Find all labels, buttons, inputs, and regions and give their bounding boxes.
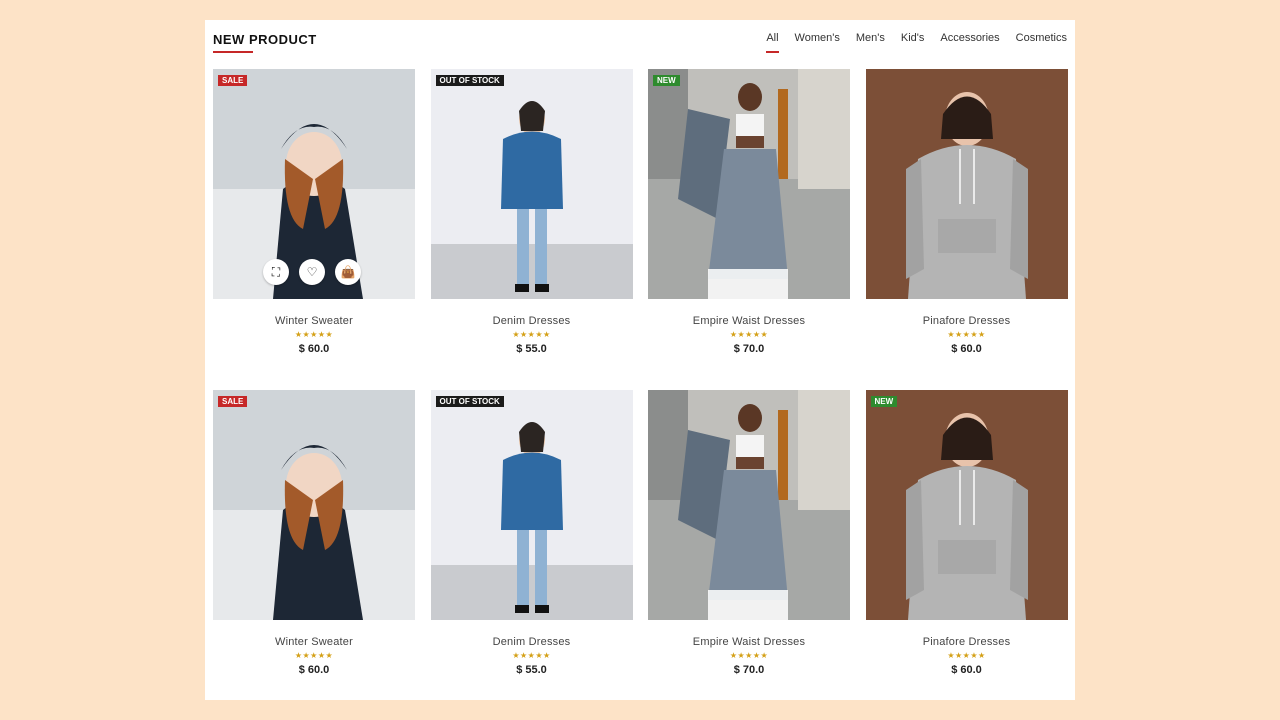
product-price: $ 60.0 (951, 664, 982, 676)
product-info: Pinafore Dresses ★★★★★ $ 60.0 (866, 636, 1068, 676)
product-name[interactable]: Denim Dresses (431, 315, 633, 327)
product-image[interactable] (648, 390, 850, 620)
tab-kids[interactable]: Kid's (901, 32, 925, 44)
product-section: NEW PRODUCT All Women's Men's Kid's Acce… (205, 20, 1075, 700)
product-rating: ★★★★★ (512, 330, 551, 339)
expand-icon: ⛶ (271, 264, 281, 279)
product-badge: NEW (870, 396, 898, 407)
product-image[interactable]: OUT OF STOCK (430, 390, 633, 620)
product-name[interactable]: Pinafore Dresses (866, 315, 1068, 327)
product-card[interactable]: Empire Waist Dresses ★★★★★ $ 70.0 (648, 390, 850, 681)
product-card[interactable]: OUT OF STOCK Denim Dresses ★★★★★ $ 55.0 (430, 390, 633, 681)
product-image[interactable] (865, 69, 1068, 299)
product-rating: ★★★★★ (729, 651, 769, 660)
product-badge: OUT OF STOCK (435, 396, 504, 407)
bag-icon: 👜 (340, 265, 356, 279)
product-rating: ★★★★★ (294, 330, 334, 339)
heart-icon: ♡ (306, 265, 318, 279)
product-card[interactable]: Pinafore Dresses ★★★★★ $ 60.0 (865, 69, 1068, 360)
product-card[interactable]: SALE ⛶ ♡ 👜 Winter Sweater ★★★★★ $ 60.0 (213, 69, 415, 360)
section-title-text: NEW PRODUCT (213, 32, 317, 47)
product-name[interactable]: Denim Dresses (431, 636, 633, 648)
product-price: $ 60.0 (298, 664, 330, 676)
product-name[interactable]: Empire Waist Dresses (648, 315, 850, 327)
product-badge: SALE (218, 396, 248, 407)
category-tabs: All Women's Men's Kid's Accessories Cosm… (766, 32, 1067, 53)
expand-button[interactable]: ⛶ (263, 259, 289, 285)
product-rating: ★★★★★ (947, 651, 986, 660)
product-name[interactable]: Empire Waist Dresses (648, 636, 850, 648)
product-info: Winter Sweater ★★★★★ $ 60.0 (213, 636, 415, 676)
product-card[interactable]: NEW Pinafore Dresses ★★★★★ $ 60.0 (865, 390, 1068, 681)
product-info: Winter Sweater ★★★★★ $ 60.0 (213, 315, 415, 355)
product-rating: ★★★★★ (512, 651, 551, 660)
product-quick-actions: ⛶ ♡ 👜 (263, 259, 361, 285)
product-rating: ★★★★★ (294, 651, 334, 660)
tab-mens[interactable]: Men's (856, 32, 885, 44)
product-image[interactable]: NEW (865, 390, 1068, 620)
product-image[interactable]: OUT OF STOCK (430, 69, 633, 299)
product-price: $ 70.0 (733, 343, 765, 355)
bag-button[interactable]: 👜 (335, 259, 361, 285)
product-price: $ 55.0 (516, 343, 547, 355)
product-grid: SALE ⛶ ♡ 👜 Winter Sweater ★★★★★ $ 60.0 OUT OF … (213, 69, 1068, 681)
product-price: $ 60.0 (298, 343, 330, 355)
product-image[interactable]: NEW (648, 69, 850, 299)
tab-all[interactable]: All (766, 32, 779, 53)
product-card[interactable]: OUT OF STOCK Denim Dresses ★★★★★ $ 55.0 (430, 69, 633, 360)
product-info: Denim Dresses ★★★★★ $ 55.0 (431, 315, 633, 355)
product-info: Denim Dresses ★★★★★ $ 55.0 (431, 636, 633, 676)
product-price: $ 70.0 (733, 664, 765, 676)
product-info: Empire Waist Dresses ★★★★★ $ 70.0 (648, 315, 850, 355)
product-info: Empire Waist Dresses ★★★★★ $ 70.0 (648, 636, 850, 676)
product-name[interactable]: Pinafore Dresses (866, 636, 1068, 648)
section-title: NEW PRODUCT (213, 32, 317, 53)
product-image[interactable]: SALE (213, 390, 415, 620)
product-badge: SALE (218, 75, 248, 86)
heart-button[interactable]: ♡ (299, 259, 325, 285)
product-badge: OUT OF STOCK (435, 75, 504, 86)
tab-womens[interactable]: Women's (795, 32, 840, 44)
product-name[interactable]: Winter Sweater (213, 636, 415, 648)
product-name[interactable]: Winter Sweater (213, 315, 415, 327)
product-card[interactable]: SALE Winter Sweater ★★★★★ $ 60.0 (213, 390, 415, 681)
title-underline (213, 51, 253, 53)
product-card[interactable]: NEW Empire Waist Dresses ★★★★★ $ 70.0 (648, 69, 850, 360)
tab-cosmetics[interactable]: Cosmetics (1016, 32, 1067, 44)
product-badge: NEW (653, 75, 680, 86)
product-rating: ★★★★★ (947, 330, 986, 339)
product-info: Pinafore Dresses ★★★★★ $ 60.0 (866, 315, 1068, 355)
product-rating: ★★★★★ (729, 330, 769, 339)
product-price: $ 60.0 (951, 343, 982, 355)
product-image[interactable]: SALE ⛶ ♡ 👜 (213, 69, 415, 299)
product-price: $ 55.0 (516, 664, 547, 676)
tab-accessories[interactable]: Accessories (940, 32, 999, 44)
